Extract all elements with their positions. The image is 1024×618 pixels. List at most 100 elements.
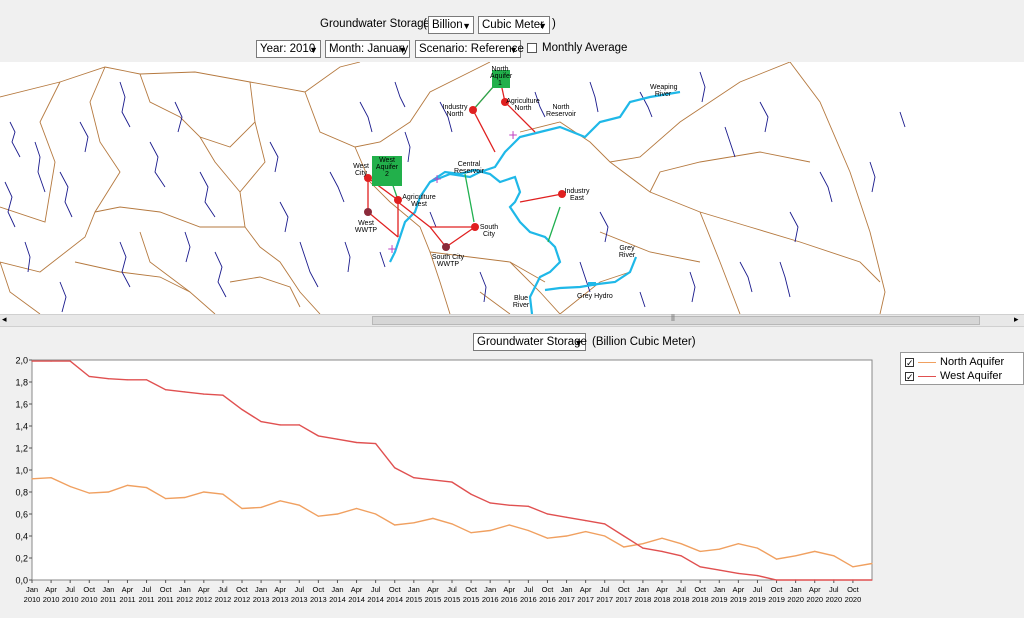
data-point [355, 507, 358, 510]
x-tick-month: Oct [313, 585, 326, 594]
legend-item-north-aquifer[interactable]: ✓ North Aquifer [905, 356, 1004, 370]
x-tick-month: Jan [484, 585, 496, 594]
data-point [642, 543, 644, 545]
x-tick-year: 2013 [253, 595, 270, 604]
x-tick-month: Jan [713, 585, 725, 594]
grey-hydro-marker [588, 282, 596, 286]
data-point [470, 532, 472, 534]
data-point [565, 516, 568, 518]
month-dropdown[interactable]: Month: January ▼ [325, 40, 410, 58]
monthly-average-checkbox[interactable] [527, 43, 537, 53]
x-tick-year: 2012 [215, 595, 232, 604]
chart-legend: ✓ North Aquifer ✓ West Aquifer [900, 352, 1024, 385]
unit-value: Cubic Meter [482, 19, 544, 31]
chevron-down-icon: ▼ [309, 45, 318, 55]
label-industry-east: Industry East [564, 188, 590, 202]
data-point [508, 524, 510, 526]
scroll-right-icon[interactable]: ▸ [1014, 314, 1019, 325]
x-tick-month: Jan [331, 585, 343, 594]
y-tick-label: 1,4 [15, 422, 28, 432]
x-tick-month: Jan [102, 585, 114, 594]
close-paren: ) [552, 18, 556, 30]
x-tick-year: 2015 [444, 595, 461, 604]
unit-scale-dropdown[interactable]: Billion ▼ [428, 16, 474, 34]
data-point [88, 492, 90, 494]
data-point [203, 491, 205, 493]
data-point [508, 504, 510, 506]
data-point [699, 566, 701, 568]
data-point [375, 513, 377, 515]
x-tick-year: 2014 [367, 595, 384, 604]
groundwater-chart: 0,0 0,2 0,4 0,6 0,8 1,0 1,2 1,4 1,6 1,8 2,0 Jan 2010… [0, 352, 900, 615]
data-point [623, 535, 625, 537]
data-point [126, 484, 129, 486]
scenario-dropdown[interactable]: Scenario: Reference ▼ [415, 40, 524, 58]
industry-north-node [469, 106, 477, 114]
data-point [317, 435, 319, 437]
x-tick-month: Apr [122, 585, 134, 594]
unit-dropdown[interactable]: Cubic Meter ▼ [478, 16, 550, 34]
scroll-left-icon[interactable]: ◂ [2, 314, 7, 325]
data-point [814, 550, 816, 552]
data-point [394, 524, 396, 526]
month-value: Month: January [329, 43, 409, 55]
data-point [336, 438, 339, 440]
x-tick-year: 2016 [520, 595, 537, 604]
x-tick-month: Apr [503, 585, 515, 594]
x-tick-year: 2014 [329, 595, 346, 604]
chevron-down-icon: ▼ [398, 45, 407, 55]
label-agriculture-west: Agriculture West [402, 194, 436, 208]
x-tick-year: 2013 [272, 595, 289, 604]
scrollbar-thumb[interactable]: ⦀ [372, 313, 980, 325]
legend-checkbox-north-aquifer[interactable]: ✓ [905, 357, 914, 367]
data-point [165, 498, 167, 500]
x-tick-month: Apr [733, 585, 745, 594]
data-point [604, 535, 606, 537]
map-horizontal-scrollbar[interactable]: ◂ ⦀ ▸ [0, 313, 1024, 327]
data-point [184, 496, 186, 499]
legend-label: West Aquifer [940, 370, 1003, 382]
data-point [451, 481, 453, 483]
data-point [585, 520, 587, 522]
legend-checkbox-west-aquifer[interactable]: ✓ [905, 371, 914, 381]
data-point [852, 566, 854, 568]
data-point [260, 421, 262, 423]
x-tick-month: Oct [236, 585, 249, 594]
chart-svg: 0,00,20,40,60,81,01,21,41,61,82,0Jan2010… [15, 356, 873, 604]
data-point [432, 517, 434, 519]
y-tick-label: 1,8 [15, 378, 28, 388]
data-point [413, 522, 415, 524]
schematic-map[interactable]: + + + North Aquifer 1 West Aquifer 2 Wea… [0, 62, 1024, 314]
legend-label: North Aquifer [940, 356, 1005, 368]
x-tick-month: Jan [255, 585, 267, 594]
x-tick-month: Oct [465, 585, 478, 594]
x-tick-year: 2019 [749, 595, 766, 604]
data-point [699, 550, 701, 552]
label-south-city: South City [479, 224, 499, 238]
x-tick-year: 2020 [787, 595, 804, 604]
x-tick-year: 2014 [386, 595, 403, 604]
svg-text:+: + [508, 128, 518, 142]
label-north-reservoir: North Reservoir [546, 104, 576, 118]
label-west-wwtp: West WWTP [354, 220, 378, 234]
data-point [642, 547, 644, 549]
x-tick-year: 2012 [176, 595, 193, 604]
data-point [88, 375, 90, 378]
x-tick-month: Jul [524, 585, 534, 594]
data-point [107, 491, 109, 493]
x-tick-month: Oct [694, 585, 707, 594]
data-point [222, 394, 224, 396]
legend-item-west-aquifer[interactable]: ✓ West Aquifer [905, 370, 1002, 384]
data-point [623, 546, 625, 548]
data-point [260, 506, 262, 508]
x-tick-year: 2017 [596, 595, 613, 604]
x-tick-year: 2010 [43, 595, 60, 604]
open-paren: ( [423, 18, 427, 30]
chart-variable-dropdown[interactable]: Groundwater Storage ▼ [473, 333, 587, 351]
chart-variable-value: Groundwater Storage [477, 336, 587, 348]
chevron-down-icon: ▼ [509, 45, 518, 55]
x-tick-month: Jan [408, 585, 420, 594]
x-tick-year: 2010 [24, 595, 41, 604]
year-dropdown[interactable]: Year: 2010 ▼ [256, 40, 321, 58]
chart-unit-text: (Billion Cubic Meter) [592, 336, 696, 348]
